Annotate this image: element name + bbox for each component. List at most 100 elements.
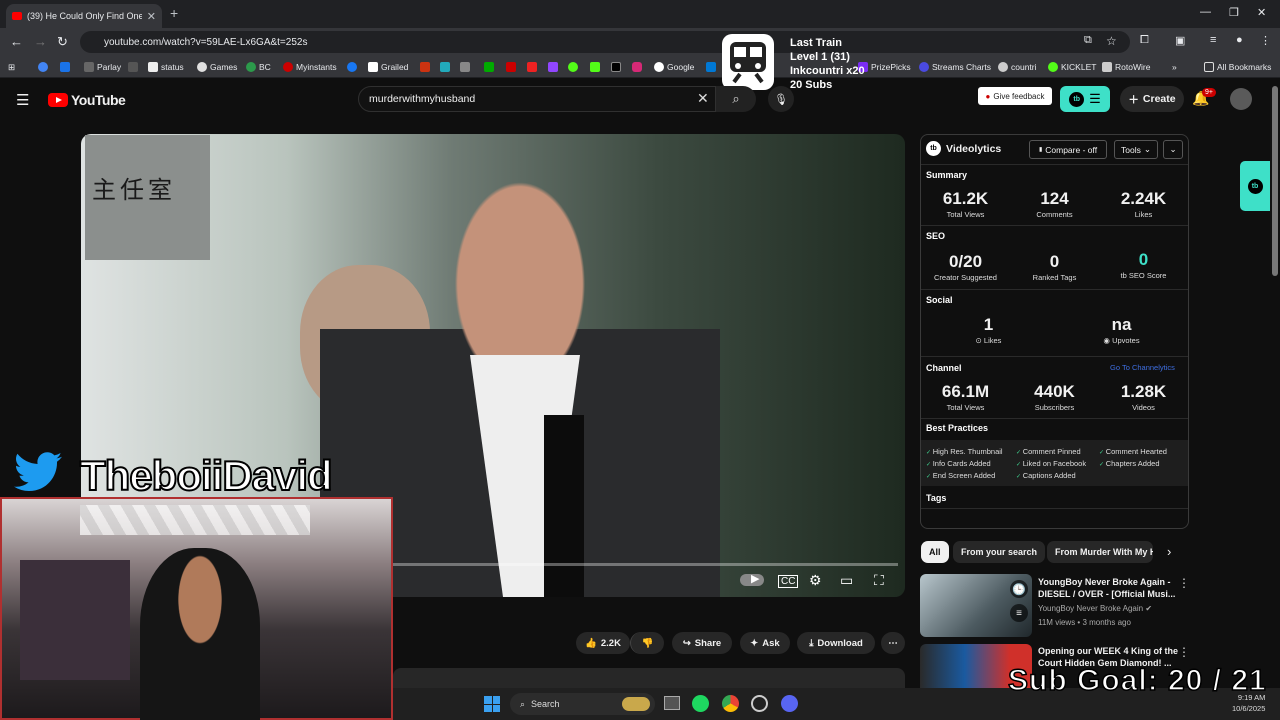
create-button[interactable]: ＋ Create — [1120, 86, 1184, 112]
dislike-button[interactable]: 👎 — [630, 632, 664, 654]
bookmark-prizepicks[interactable]: PrizePicks — [858, 57, 911, 77]
more-actions-icon[interactable]: ⋯ — [881, 632, 905, 654]
address-bar[interactable]: youtube.com/watch?v=59LAE-Lx6GA&t=252s — [80, 31, 1130, 53]
bookmark-icon-2[interactable] — [60, 57, 70, 77]
bookmark-icon-4[interactable] — [420, 57, 430, 77]
bookmark-icon-3[interactable] — [128, 57, 138, 77]
close-window-icon[interactable]: ✕ — [1257, 6, 1266, 19]
install-icon[interactable]: ⧉ — [1084, 34, 1092, 47]
description-box[interactable] — [393, 668, 905, 688]
bookmark-icon-9[interactable] — [527, 57, 537, 77]
bookmark-status[interactable]: status — [148, 57, 184, 77]
profile-icon[interactable]: ● — [1236, 34, 1243, 46]
bookmark-instagram[interactable] — [632, 57, 642, 77]
voice-search-button[interactable]: 🎙 — [768, 86, 794, 112]
back-icon[interactable]: ← — [10, 34, 23, 49]
fullscreen-icon[interactable]: ⛶ — [874, 572, 884, 589]
more-options-icon[interactable]: ⋮ — [1178, 576, 1190, 590]
best-practice-item: Comment Hearted — [1099, 447, 1167, 456]
star-icon[interactable]: ☆ — [1106, 34, 1117, 48]
video-progress-bar[interactable] — [393, 563, 898, 566]
bookmark-icon-1[interactable] — [38, 57, 48, 77]
bookmark-parlay[interactable]: Parlay — [84, 57, 121, 77]
hamburger-menu-icon[interactable]: ☰ — [16, 91, 29, 109]
divider — [921, 418, 1188, 419]
reload-icon[interactable]: ↻ — [57, 34, 68, 50]
channel-heading: Channel — [926, 363, 962, 373]
task-view-icon[interactable] — [664, 696, 680, 710]
bookmark-myinstants[interactable]: Myinstants — [283, 57, 337, 77]
browser-tab[interactable]: (39) He Could Only Find One W ✕ — [6, 4, 162, 28]
sidepanel-icon[interactable]: ▣ — [1175, 34, 1185, 47]
watch-later-icon[interactable]: 🕒 — [1010, 580, 1028, 598]
captions-icon[interactable]: CC — [778, 575, 799, 588]
bookmark-rotowire[interactable]: RotoWire — [1102, 57, 1150, 77]
bookmark-countri[interactable]: countri — [998, 57, 1037, 77]
go-to-channelytics-link[interactable]: Go To Channelytics — [1110, 363, 1175, 372]
tools-dropdown[interactable]: Tools ⌄ — [1114, 140, 1158, 159]
bookmark-icon-11[interactable] — [568, 57, 578, 77]
spotify-icon[interactable] — [692, 695, 709, 712]
chevron-right-icon[interactable]: › — [1167, 544, 1171, 559]
bookmark-bc[interactable]: BC — [246, 57, 271, 77]
reddit-icon: ◉ — [1103, 336, 1113, 345]
recommendation-title[interactable]: YoungBoy Never Broke Again - DIESEL / OV… — [1038, 576, 1178, 600]
bookmark-games[interactable]: Games — [197, 57, 237, 77]
close-tab-icon[interactable]: ✕ — [147, 10, 156, 23]
bookmark-kicklet[interactable]: KICKLET — [1048, 57, 1096, 77]
total-views-stat: 61.2K Total Views — [942, 189, 989, 219]
bookmark-icon-8[interactable] — [506, 57, 516, 77]
tab-bar — [0, 0, 1280, 28]
maximize-icon[interactable]: ❐ — [1229, 6, 1239, 19]
more-bookmarks-icon[interactable]: » — [1172, 57, 1177, 77]
media-icon[interactable]: ≡ — [1210, 34, 1216, 46]
videolytics-side-button[interactable]: tb — [1240, 161, 1270, 211]
search-button[interactable]: ⌕ — [716, 86, 756, 112]
forward-icon[interactable]: → — [34, 34, 47, 49]
share-button[interactable]: ↪ Share — [672, 632, 732, 654]
windows-start-icon[interactable] — [484, 696, 500, 712]
bookmark-icon-10[interactable] — [548, 57, 558, 77]
recommendation-channel[interactable]: YoungBoy Never Broke Again ✔ — [1038, 604, 1152, 613]
clear-search-icon[interactable]: ✕ — [697, 90, 709, 107]
bookmark-grailed[interactable]: Grailed — [368, 57, 408, 77]
page-scrollbar[interactable] — [1272, 86, 1278, 276]
new-tab-icon[interactable]: + — [170, 5, 178, 21]
discord-icon[interactable] — [781, 695, 798, 712]
minimize-icon[interactable]: — — [1200, 6, 1211, 18]
youtube-logo[interactable]: YouTube — [48, 92, 126, 108]
menu-icon[interactable]: ⋮ — [1260, 34, 1271, 47]
ask-button[interactable]: ✦ Ask — [740, 632, 790, 654]
bookmark-icon-7[interactable] — [484, 57, 494, 77]
app-icon[interactable] — [751, 695, 768, 712]
bookmark-x[interactable] — [611, 57, 621, 77]
bookmark-icon-5[interactable] — [440, 57, 450, 77]
bookmark-google[interactable]: Google — [654, 57, 694, 77]
add-to-queue-icon[interactable]: ≡ — [1010, 604, 1028, 622]
bookmark-facebook[interactable] — [347, 57, 357, 77]
collapse-panel-button[interactable]: ⌄ — [1163, 140, 1183, 159]
videolytics-toggle-button[interactable]: tb ☰ — [1060, 86, 1110, 112]
extensions-icon[interactable]: ⧠ — [1140, 34, 1149, 47]
account-avatar[interactable] — [1230, 88, 1252, 110]
like-button[interactable]: 👍 2.2K — [576, 632, 630, 654]
videolytics-logo-icon: tb — [1247, 178, 1263, 194]
bookmark-icon-12[interactable] — [706, 57, 716, 77]
compare-toggle[interactable]: ▮ Compare - off — [1029, 140, 1107, 159]
bookmark-icon-6[interactable] — [460, 57, 470, 77]
menu-lines-icon: ☰ — [1089, 91, 1101, 106]
download-button[interactable]: ⤓ Download — [797, 632, 875, 654]
chrome-icon[interactable] — [722, 695, 739, 712]
bookmark-kick[interactable] — [590, 57, 600, 77]
chip-from-channel[interactable]: From Murder With My H — [1047, 541, 1153, 563]
more-options-icon[interactable]: ⋮ — [1178, 645, 1190, 659]
chip-from-your-search[interactable]: From your search — [953, 541, 1046, 563]
theater-mode-icon[interactable]: ▭ — [840, 572, 853, 589]
give-feedback-button[interactable]: ● Give feedback — [978, 87, 1052, 105]
bookmark-streams-charts[interactable]: Streams Charts — [919, 57, 991, 77]
settings-gear-icon[interactable]: ⚙ — [809, 572, 822, 589]
search-input[interactable]: murderwithmyhusband — [358, 86, 716, 112]
chip-all[interactable]: All — [921, 541, 949, 563]
all-bookmarks[interactable]: All Bookmarks — [1204, 57, 1271, 77]
apps-icon[interactable]: ⊞ — [8, 57, 15, 77]
